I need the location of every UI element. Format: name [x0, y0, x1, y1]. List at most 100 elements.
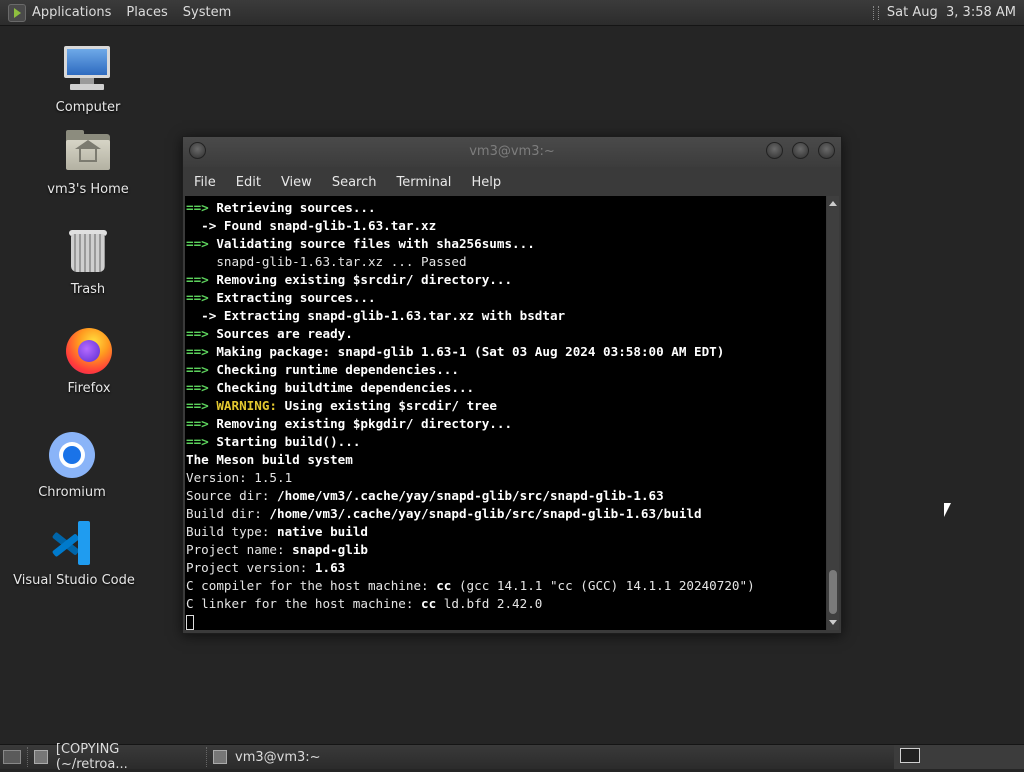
menu-terminal[interactable]: Terminal — [396, 175, 451, 190]
terminal-text: Validating source files with sha256sums.… — [216, 236, 535, 251]
desktop-icon-label: Firefox — [67, 381, 111, 396]
show-desktop-icon[interactable] — [3, 750, 21, 764]
menu-view[interactable]: View — [281, 175, 312, 190]
terminal-line: ==> Validating source files with sha256s… — [186, 235, 826, 253]
terminal-label: Build type: — [186, 524, 277, 539]
computer-icon — [62, 44, 114, 96]
menu-help[interactable]: Help — [471, 175, 501, 190]
terminal-line: ==> WARNING: Using existing $srcdir/ tre… — [186, 397, 826, 415]
terminal-label: C compiler for the host machine: — [186, 578, 437, 593]
taskbar-button-copying[interactable]: [COPYING (~/retroa... — [27, 742, 200, 772]
terminal-text: 1.5.1 — [254, 470, 293, 485]
desktop-icon-vscode[interactable]: Visual Studio Code — [13, 517, 135, 588]
menu-edit[interactable]: Edit — [236, 175, 261, 190]
terminal-text: snapd-glib-1.63.tar.xz ... Passed — [186, 254, 467, 269]
terminal-output[interactable]: ==> Retrieving sources... -> Found snapd… — [185, 196, 826, 630]
terminal-arrow: ==> — [186, 272, 217, 287]
terminal-line: ==> Removing existing $srcdir/ directory… — [186, 271, 826, 289]
terminal-text: Starting build()... — [216, 434, 361, 449]
terminal-label: Version: — [186, 470, 255, 485]
top-panel: Applications Places System Sat Aug 3, 3:… — [0, 0, 1024, 26]
terminal-text: 1.63 — [314, 560, 346, 575]
terminal-line: C compiler for the host machine: cc (gcc… — [186, 577, 826, 595]
terminal-line: ==> Checking buildtime dependencies... — [186, 379, 826, 397]
home-folder-icon — [62, 126, 114, 178]
desktop-icon-trash[interactable]: Trash — [28, 226, 148, 297]
workspace-switcher[interactable] — [894, 745, 1024, 769]
terminal-line: C linker for the host machine: cc ld.bfd… — [186, 595, 826, 613]
terminal-text: Making package: snapd-glib 1.63-1 (Sat 0… — [216, 344, 725, 359]
terminal-line: ==> Starting build()... — [186, 433, 826, 451]
terminal-text: Found snapd-glib-1.63.tar.xz — [223, 218, 437, 233]
terminal-arrow: ==> — [186, 290, 217, 305]
terminal-text: snapd-glib — [292, 542, 368, 557]
desktop-icon-home[interactable]: vm3's Home — [28, 126, 148, 197]
close-button[interactable] — [818, 142, 835, 159]
workspace-1[interactable] — [900, 748, 920, 763]
terminal-text: Extracting sources... — [216, 290, 376, 305]
scroll-down-arrow-icon[interactable] — [829, 620, 837, 625]
terminal-arrow: ==> — [186, 380, 217, 395]
terminal-line: ==> Removing existing $pkgdir/ directory… — [186, 415, 826, 433]
terminal-line: Build dir: /home/vm3/.cache/yay/snapd-gl… — [186, 505, 826, 523]
terminal-line: The Meson build system — [186, 451, 826, 469]
terminal-line: ==> Checking runtime dependencies... — [186, 361, 826, 379]
terminal-arrow: ==> — [186, 362, 217, 377]
desktop-icon-label: Chromium — [38, 485, 106, 500]
terminal-icon — [213, 750, 227, 764]
scroll-up-arrow-icon[interactable] — [829, 201, 837, 206]
desktop-icon-chromium[interactable]: Chromium — [12, 429, 132, 500]
terminal-label: Project name: — [186, 542, 293, 557]
terminal-text: Removing existing $pkgdir/ directory... — [216, 416, 513, 431]
terminal-line: Source dir: /home/vm3/.cache/yay/snapd-g… — [186, 487, 826, 505]
menu-places[interactable]: Places — [126, 5, 167, 20]
terminal-arrow: ==> — [186, 416, 217, 431]
desktop-icon-label: Visual Studio Code — [13, 573, 135, 588]
terminal-text: cc — [436, 578, 452, 593]
window-titlebar[interactable]: vm3@vm3:~ — [183, 137, 841, 167]
mouse-pointer-icon — [944, 503, 951, 517]
terminal-line: ==> Sources are ready. — [186, 325, 826, 343]
taskbar-button-terminal[interactable]: vm3@vm3:~ — [206, 747, 359, 767]
terminal-warning: WARNING: — [216, 398, 278, 413]
terminal-arrow: -> — [186, 308, 224, 323]
terminal-text: The Meson build system — [186, 452, 353, 467]
desktop-icon-firefox[interactable]: Firefox — [29, 325, 149, 396]
menu-system[interactable]: System — [183, 5, 231, 20]
terminal-cursor — [186, 615, 194, 630]
terminal-line: Version: 1.5.1 — [186, 469, 826, 487]
terminal-text: Extracting snapd-glib-1.63.tar.xz with b… — [223, 308, 566, 323]
terminal-label: C linker for the host machine: — [186, 596, 422, 611]
desktop-icon-computer[interactable]: Computer — [28, 44, 148, 115]
terminal-arrow: ==> — [186, 326, 217, 341]
menu-applications[interactable]: Applications — [32, 5, 111, 20]
terminal-line: Project name: snapd-glib — [186, 541, 826, 559]
menu-file[interactable]: File — [194, 175, 216, 190]
terminal-window: vm3@vm3:~ File Edit View Search Terminal… — [182, 136, 842, 634]
text-editor-icon — [34, 750, 48, 764]
terminal-line: ==> Retrieving sources... — [186, 199, 826, 217]
mate-logo-icon[interactable] — [8, 3, 26, 22]
menu-search[interactable]: Search — [332, 175, 377, 190]
terminal-line: ==> Extracting sources... — [186, 289, 826, 307]
terminal-text: Using existing $srcdir/ tree — [277, 398, 497, 413]
terminal-text-tail: ld.bfd 2.42.0 — [436, 596, 543, 611]
desktop-icon-label: Computer — [55, 100, 121, 115]
maximize-button[interactable] — [792, 142, 809, 159]
terminal-text: Checking runtime dependencies... — [216, 362, 459, 377]
window-title: vm3@vm3:~ — [469, 144, 555, 159]
scrollbar-thumb[interactable] — [829, 570, 837, 614]
terminal-scrollbar[interactable] — [827, 196, 839, 630]
bottom-panel: [COPYING (~/retroa... vm3@vm3:~ — [0, 742, 1024, 772]
terminal-label: Project version: — [186, 560, 315, 575]
terminal-text: cc — [421, 596, 437, 611]
panel-separator — [872, 5, 879, 20]
terminal-menubar: File Edit View Search Terminal Help — [183, 167, 841, 197]
terminal-line: -> Extracting snapd-glib-1.63.tar.xz wit… — [186, 307, 826, 325]
terminal-line: ==> Making package: snapd-glib 1.63-1 (S… — [186, 343, 826, 361]
clock[interactable]: Sat Aug 3, 3:58 AM — [887, 5, 1016, 20]
minimize-button[interactable] — [766, 142, 783, 159]
trash-icon — [62, 226, 114, 278]
terminal-label: Build dir: — [186, 506, 270, 521]
terminal-text: Retrieving sources... — [216, 200, 376, 215]
